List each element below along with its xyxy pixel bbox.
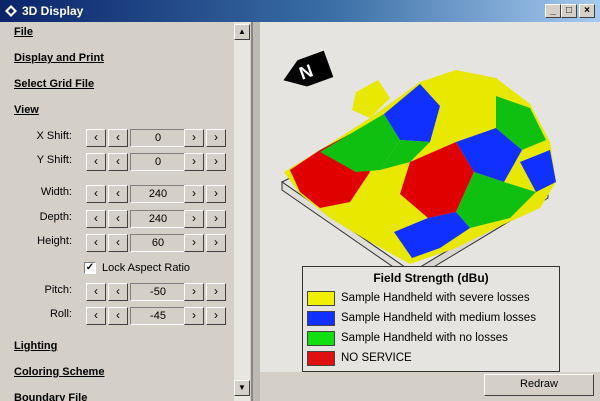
roll-decrease-button[interactable]: ‹ <box>108 307 128 325</box>
bottom-toolbar: Redraw <box>260 372 600 401</box>
legend-title: Field Strength (dBu) <box>373 271 489 285</box>
height-fast-decrease-button[interactable]: ‹ <box>86 234 106 252</box>
x-shift-value[interactable]: 0 <box>130 129 186 147</box>
close-button[interactable]: × <box>579 4 595 18</box>
legend-swatch <box>307 291 335 306</box>
roll-fast-decrease-button[interactable]: ‹ <box>86 307 106 325</box>
width-label: Width: <box>40 186 72 198</box>
lock-aspect-ratio-checkbox[interactable]: ✓ <box>84 262 96 274</box>
width-decrease-button[interactable]: ‹ <box>108 185 128 203</box>
roll-value[interactable]: -45 <box>130 307 186 325</box>
section-lighting[interactable]: Lighting <box>14 340 57 352</box>
legend-item-severe-losses: Sample Handheld with severe losses <box>307 289 557 307</box>
pitch-value[interactable]: -50 <box>130 283 186 301</box>
section-boundary-file[interactable]: Boundary File <box>14 392 87 401</box>
control-panel: File Display and Print Select Grid File … <box>0 22 252 401</box>
roll-increase-button[interactable]: › <box>184 307 204 325</box>
x-shift-decrease-button[interactable]: ‹ <box>108 129 128 147</box>
legend-label: Sample Handheld with no losses <box>341 332 508 344</box>
window-title: 3D Display <box>22 4 84 18</box>
height-label: Height: <box>37 235 72 247</box>
north-arrow-icon: N <box>283 50 334 87</box>
legend-item-medium-losses: Sample Handheld with medium losses <box>307 309 557 327</box>
depth-fast-decrease-button[interactable]: ‹ <box>86 210 106 228</box>
y-shift-fast-increase-button[interactable]: › <box>206 153 226 171</box>
3d-view-canvas[interactable]: N Field Strength (dBu) Sample Handheld w… <box>260 22 600 372</box>
legend: Field Strength (dBu) Sample Handheld wit… <box>302 266 560 372</box>
height-decrease-button[interactable]: ‹ <box>108 234 128 252</box>
minimize-button[interactable]: _ <box>545 4 561 18</box>
section-display-and-print[interactable]: Display and Print <box>14 52 104 64</box>
legend-swatch <box>307 331 335 346</box>
section-view[interactable]: View <box>14 104 39 116</box>
roll-fast-increase-button[interactable]: › <box>206 307 226 325</box>
sidebar-scrollbar[interactable]: ▲ ▼ <box>234 22 250 401</box>
app-diamond-icon <box>5 5 17 17</box>
height-value[interactable]: 60 <box>130 234 186 252</box>
y-shift-increase-button[interactable]: › <box>184 153 204 171</box>
width-fast-decrease-button[interactable]: ‹ <box>86 185 106 203</box>
legend-label: NO SERVICE <box>341 352 412 364</box>
depth-decrease-button[interactable]: ‹ <box>108 210 128 228</box>
y-shift-decrease-button[interactable]: ‹ <box>108 153 128 171</box>
height-fast-increase-button[interactable]: › <box>206 234 226 252</box>
depth-fast-increase-button[interactable]: › <box>206 210 226 228</box>
section-coloring-scheme[interactable]: Coloring Scheme <box>14 366 104 378</box>
legend-swatch <box>307 311 335 326</box>
x-shift-label: X Shift: <box>36 130 72 142</box>
lock-aspect-ratio-label[interactable]: Lock Aspect Ratio <box>102 262 190 274</box>
y-shift-label: Y Shift: <box>36 154 72 166</box>
roll-label: Roll: <box>49 308 72 320</box>
depth-value[interactable]: 240 <box>130 210 186 228</box>
width-value[interactable]: 240 <box>130 185 186 203</box>
x-shift-fast-decrease-button[interactable]: ‹ <box>86 129 106 147</box>
legend-item-no-losses: Sample Handheld with no losses <box>307 329 557 347</box>
width-fast-increase-button[interactable]: › <box>206 185 226 203</box>
title-bar[interactable]: 3D Display _ □ × <box>0 0 600 22</box>
scroll-down-arrow-icon[interactable]: ▼ <box>234 380 250 396</box>
depth-label: Depth: <box>39 211 72 223</box>
legend-swatch <box>307 351 335 366</box>
panel-splitter[interactable] <box>251 22 260 401</box>
depth-increase-button[interactable]: › <box>184 210 204 228</box>
pitch-fast-increase-button[interactable]: › <box>206 283 226 301</box>
width-increase-button[interactable]: › <box>184 185 204 203</box>
legend-item-no-service: NO SERVICE <box>307 349 557 367</box>
redraw-button[interactable]: Redraw <box>484 374 594 396</box>
pitch-fast-decrease-button[interactable]: ‹ <box>86 283 106 301</box>
pitch-label: Pitch: <box>44 284 72 296</box>
y-shift-fast-decrease-button[interactable]: ‹ <box>86 153 106 171</box>
legend-label: Sample Handheld with severe losses <box>341 292 530 304</box>
maximize-button[interactable]: □ <box>561 4 577 18</box>
x-shift-increase-button[interactable]: › <box>184 129 204 147</box>
x-shift-fast-increase-button[interactable]: › <box>206 129 226 147</box>
height-increase-button[interactable]: › <box>184 234 204 252</box>
section-file[interactable]: File <box>14 26 33 38</box>
pitch-increase-button[interactable]: › <box>184 283 204 301</box>
section-select-grid-file[interactable]: Select Grid File <box>14 78 94 90</box>
pitch-decrease-button[interactable]: ‹ <box>108 283 128 301</box>
scroll-up-arrow-icon[interactable]: ▲ <box>234 24 250 40</box>
y-shift-value[interactable]: 0 <box>130 153 186 171</box>
legend-label: Sample Handheld with medium losses <box>341 312 536 324</box>
